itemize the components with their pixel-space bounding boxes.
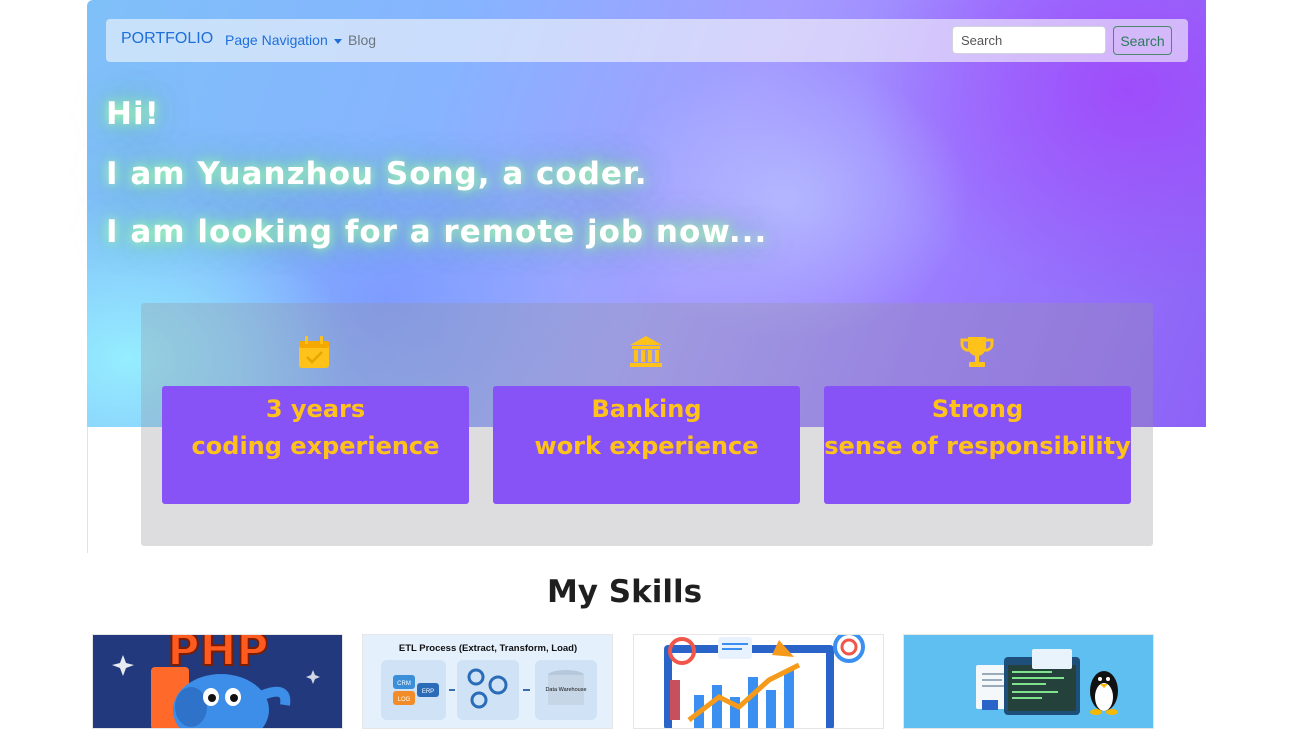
skill-card-analytics[interactable] [633, 634, 884, 729]
highlight-title: 3 years [265, 395, 366, 423]
highlight-card-responsibility: Strong sense of responsibility [824, 386, 1131, 504]
skill-card-php[interactable]: PHP [92, 634, 343, 729]
intro-line: I am Yuanzhou Song, a coder. [106, 156, 648, 192]
brand-link[interactable]: PORTFOLIO [121, 30, 213, 48]
skills-heading: My Skills [546, 574, 703, 610]
highlight-subtitle: coding experience [191, 432, 440, 460]
etl-caption: ETL Process (Extract, Transform, Load) [399, 643, 577, 654]
highlight-card-banking: Banking work experience [493, 386, 800, 504]
nav-item-page-navigation[interactable]: Page Navigation [225, 32, 342, 48]
nav-dropdown-label: Page Navigation [225, 32, 328, 48]
data-analytics-image [634, 635, 883, 728]
etl-label-log: LOG [398, 697, 411, 703]
highlights-panel: 3 years coding experience Banking work e… [141, 303, 1153, 546]
highlight-subtitle: work experience [534, 432, 759, 460]
trophy-icon [960, 337, 994, 367]
etl-label-warehouse: Data Warehouse [545, 687, 586, 693]
php-elephant-image: PHP [93, 635, 342, 728]
caret-down-icon [333, 38, 342, 44]
skill-card-linux[interactable] [903, 634, 1154, 729]
highlight-subtitle: sense of responsibility [824, 432, 1131, 460]
page-container: PORTFOLIO Page Navigation Blog Search Hi… [87, 0, 1206, 729]
highlight-title: Strong [931, 395, 1024, 423]
etl-label-crm: CRM [397, 681, 411, 687]
calendar-check-icon [299, 336, 329, 368]
page-border [87, 427, 88, 553]
etl-process-image: ETL Process (Extract, Transform, Load) C… [363, 635, 612, 728]
linux-terminal-image [904, 635, 1153, 728]
job-status-line: I am looking for a remote job now... [106, 214, 768, 250]
etl-label-erp: ERP [422, 689, 434, 695]
search-input[interactable] [952, 26, 1106, 54]
bank-icon [630, 336, 662, 367]
navbar: PORTFOLIO Page Navigation Blog Search [106, 19, 1188, 62]
highlight-title: Banking [591, 395, 702, 423]
highlight-card-experience: 3 years coding experience [162, 386, 469, 504]
search-button[interactable]: Search [1113, 26, 1172, 55]
skill-card-etl[interactable]: ETL Process (Extract, Transform, Load) C… [362, 634, 613, 729]
nav-item-blog[interactable]: Blog [348, 32, 376, 48]
greeting-line: Hi! [106, 96, 160, 132]
